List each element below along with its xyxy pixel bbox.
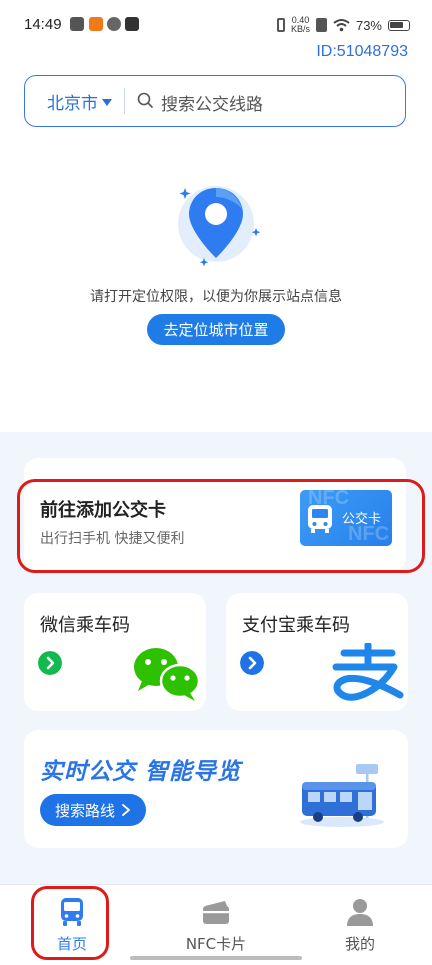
battery-icon (388, 19, 410, 31)
caret-down-icon (102, 98, 112, 106)
chevron-right-icon (122, 804, 130, 816)
app-notification-icon (89, 17, 103, 31)
sim-icon (315, 18, 327, 32)
highlight-outline (17, 479, 425, 573)
search-bar[interactable]: 北京市 搜索公交线路 (24, 75, 406, 127)
play-icon (125, 17, 139, 31)
highlight-outline (31, 886, 109, 960)
sync-icon (107, 17, 121, 31)
search-input[interactable]: 搜索公交线路 (161, 90, 263, 115)
net-speed-unit: KB/s (290, 24, 310, 34)
realtime-bus-card[interactable]: 实时公交 智能导览 搜索路线 (24, 730, 408, 848)
realtime-bus-title: 实时公交 智能导览 (40, 759, 242, 785)
city-selector[interactable]: 北京市 (47, 76, 112, 126)
search-route-button[interactable]: 搜索路线 (40, 794, 146, 826)
search-route-label: 搜索路线 (54, 801, 115, 820)
chevron-right-icon[interactable] (240, 651, 264, 675)
city-label: 北京市 (47, 93, 98, 114)
battery-percent: 73% (355, 17, 382, 33)
search-divider (124, 88, 125, 114)
nav-mine[interactable]: 我的 (320, 885, 400, 965)
status-time: 14:49 (24, 16, 62, 33)
nav-mine-label: 我的 (344, 935, 375, 953)
wechat-card-title: 微信乘车码 (40, 615, 130, 636)
nav-nfc-label: NFC卡片 (185, 935, 247, 953)
wechat-ride-code-card[interactable]: 微信乘车码 (24, 593, 206, 711)
status-indicators: 0.40 KB/s 73% (276, 14, 410, 36)
wifi-icon (333, 19, 350, 32)
wechat-icon (134, 648, 201, 701)
alipay-ride-code-card[interactable]: 支付宝乘车码 (226, 593, 408, 711)
alipay-card-title: 支付宝乘车码 (242, 615, 350, 636)
net-speed: 0.40 KB/s (291, 16, 310, 34)
nav-nfc-card[interactable]: NFC卡片 (156, 885, 276, 965)
search-icon (137, 92, 153, 108)
bus-illustration (300, 764, 384, 827)
location-pin-icon (178, 186, 261, 267)
location-permission-text: 请打开定位权限，以便为你展示站点信息 (90, 289, 342, 305)
chevron-right-icon[interactable] (38, 651, 62, 675)
gesture-bar[interactable] (130, 956, 302, 960)
locate-city-button[interactable]: 去定位城市位置 (147, 314, 285, 345)
device-id: ID:51048793 (316, 43, 408, 60)
person-icon (347, 899, 373, 926)
mail-icon (70, 17, 84, 31)
card-icon (203, 901, 229, 924)
vibrate-icon (276, 18, 285, 32)
alipay-icon (332, 643, 404, 701)
